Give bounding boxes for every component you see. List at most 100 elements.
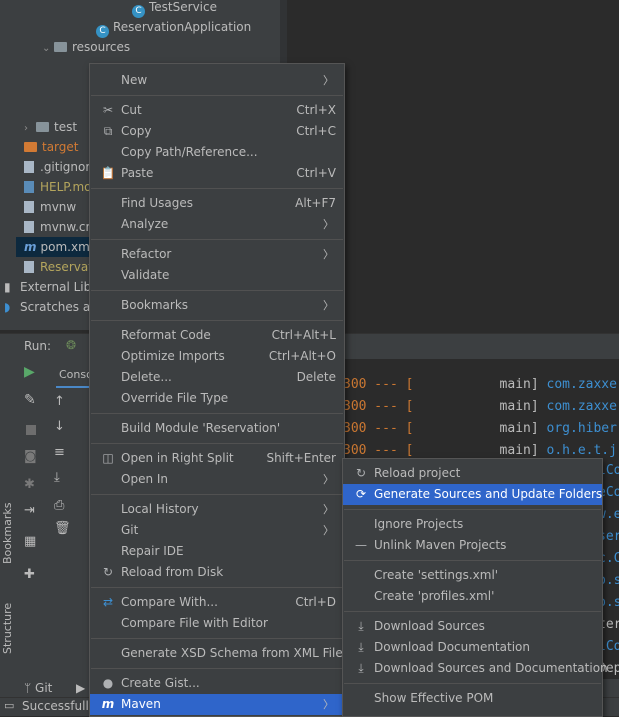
menu-item-shortcut: Delete xyxy=(296,370,336,384)
menu-item-ignore-projects[interactable]: Ignore Projects xyxy=(343,514,602,535)
menu-item-new[interactable]: New 〉 xyxy=(90,70,344,91)
stop-icon[interactable] xyxy=(26,425,36,435)
download-icon: ⤓ xyxy=(358,619,364,633)
menu-item-open-in[interactable]: Open In 〉 xyxy=(90,469,344,490)
print-icon[interactable]: ⎙ xyxy=(54,498,64,513)
menu-item-repair-ide[interactable]: Repair IDE xyxy=(90,541,344,562)
menu-item-optimize-imports[interactable]: Optimize Imports Ctrl+Alt+O xyxy=(90,346,344,367)
compare-icon: ⇄ xyxy=(102,595,114,609)
camera-icon[interactable]: ◙ xyxy=(24,449,37,464)
menu-separator xyxy=(91,239,343,240)
menu-item-maven[interactable]: m Maven 〉 xyxy=(90,694,344,715)
menu-item-create-gist[interactable]: ● Create Gist... xyxy=(90,673,344,694)
menu-separator xyxy=(91,494,343,495)
menu-item-download-documentation[interactable]: ⤓ Download Documentation xyxy=(343,637,602,658)
menu-item-build-module-reservation[interactable]: Build Module 'Reservation' xyxy=(90,418,344,439)
tree-item-test[interactable]: › test xyxy=(24,117,77,137)
menu-item-label: New xyxy=(121,73,148,87)
menu-item-open-in-right-split[interactable]: ◫ Open in Right Split Shift+Enter xyxy=(90,448,344,469)
menu-item-copy[interactable]: ⧉ Copy Ctrl+C xyxy=(90,121,344,142)
menu-item-local-history[interactable]: Local History 〉 xyxy=(90,499,344,520)
tree-item-gitignore[interactable]: .gitignor xyxy=(24,157,90,177)
menu-item-label: Reformat Code xyxy=(121,328,211,342)
menu-item-unlink-maven-projects[interactable]: — Unlink Maven Projects xyxy=(343,535,602,556)
menu-item-label: Unlink Maven Projects xyxy=(374,538,507,552)
tree-item-external-libraries[interactable]: ▮ External Libr xyxy=(4,277,96,297)
menu-item-validate[interactable]: Validate xyxy=(90,265,344,286)
menu-item-create-settings-xml[interactable]: Create 'settings.xml' xyxy=(343,565,602,586)
tree-item-scratches[interactable]: ◗ Scratches an xyxy=(4,297,98,317)
exit-icon[interactable]: ⇥ xyxy=(24,503,35,518)
run-toolbar: ▶ ✎ ◙ ✱ ⇥ ▦ ✚ xyxy=(18,359,48,679)
run-tab-icon[interactable]: ▶ xyxy=(76,679,85,697)
menu-item-shortcut: Ctrl+C xyxy=(296,124,336,138)
menu-item-analyze[interactable]: Analyze 〉 xyxy=(90,214,344,235)
menu-item-copy-path-reference[interactable]: Copy Path/Reference... xyxy=(90,142,344,163)
tree-item-target[interactable]: target xyxy=(24,137,79,157)
debug-icon[interactable]: ✱ xyxy=(24,477,35,492)
menu-item-label: Open in Right Split xyxy=(121,451,234,465)
menu-item-label: Paste xyxy=(121,166,154,180)
menu-item-find-usages[interactable]: Find Usages Alt+F7 xyxy=(90,193,344,214)
menu-item-label: Cut xyxy=(121,103,142,117)
menu-item-bookmarks[interactable]: Bookmarks 〉 xyxy=(90,295,344,316)
menu-item-reformat-code[interactable]: Reformat Code Ctrl+Alt+L xyxy=(90,325,344,346)
menu-item-label: Local History xyxy=(121,502,199,516)
tree-item-resources[interactable]: ⌄ resources xyxy=(42,37,130,57)
tree-item-pom[interactable]: m pom.xm xyxy=(16,237,96,257)
scroll-down-icon[interactable]: ↓ xyxy=(54,419,65,434)
scroll-up-icon[interactable]: ↑ xyxy=(54,394,65,409)
file-icon xyxy=(24,221,34,233)
menu-separator xyxy=(91,443,343,444)
tree-item-reservation-iml[interactable]: Reservati xyxy=(24,257,96,277)
tree-item-testservice[interactable]: C TestService xyxy=(132,0,217,18)
layout-icon[interactable]: ▦ xyxy=(24,534,36,549)
menu-separator xyxy=(91,320,343,321)
tree-item-help[interactable]: HELP.mo xyxy=(24,177,92,197)
tree-item-reservationapplication[interactable]: C ReservationApplication xyxy=(96,17,251,38)
menu-item-label: Delete... xyxy=(121,370,172,384)
menu-item-delete[interactable]: Delete... Delete xyxy=(90,367,344,388)
menu-item-label: Download Sources xyxy=(374,619,485,633)
menu-item-generate-sources-and-update-folders[interactable]: ⟳ Generate Sources and Update Folders xyxy=(343,484,602,505)
soft-wrap-icon[interactable]: ≡ xyxy=(54,445,65,460)
menu-item-download-sources-and-documentation[interactable]: ⤓ Download Sources and Documentation xyxy=(343,658,607,679)
menu-separator xyxy=(344,683,601,684)
menu-item-override-file-type[interactable]: Override File Type xyxy=(90,388,344,409)
structure-side-tab[interactable]: Structure xyxy=(1,594,15,654)
scroll-to-end-icon[interactable]: ⤓ xyxy=(54,470,60,485)
menu-item-reload-from-disk[interactable]: ↻ Reload from Disk xyxy=(90,562,344,583)
file-icon xyxy=(24,261,34,273)
menu-item-label: Copy xyxy=(121,124,152,138)
bookmarks-side-tab[interactable]: Bookmarks xyxy=(1,503,15,564)
menu-item-show-effective-pom[interactable]: Show Effective POM xyxy=(343,688,602,709)
tree-item-mvnw-cmd[interactable]: mvnw.cr xyxy=(24,217,90,237)
menu-item-cut[interactable]: ✂ Cut Ctrl+X xyxy=(90,100,344,121)
status-window-icon[interactable]: ▭ xyxy=(4,699,14,712)
git-tab[interactable]: ᛘ Git xyxy=(24,679,52,697)
trash-icon[interactable]: 🗑 xyxy=(54,521,71,536)
menu-item-git[interactable]: Git 〉 xyxy=(90,520,344,541)
file-icon xyxy=(24,201,34,213)
menu-item-label: Optimize Imports xyxy=(121,349,225,363)
menu-item-shortcut: Alt+F7 xyxy=(295,196,336,210)
spring-run-icon[interactable]: ❂ xyxy=(66,338,76,352)
menu-item-compare-with[interactable]: ⇄ Compare With... Ctrl+D xyxy=(90,592,344,613)
pin-icon[interactable]: ✚ xyxy=(24,567,35,582)
menu-item-generate-xsd-schema-from-xml-file[interactable]: Generate XSD Schema from XML File... xyxy=(90,643,354,664)
menu-item-compare-file-with-editor[interactable]: Compare File with Editor xyxy=(90,613,344,634)
menu-item-shortcut: Ctrl+Alt+L xyxy=(271,328,336,342)
menu-item-label: Maven xyxy=(121,697,161,711)
wrench-icon[interactable]: ✎ xyxy=(24,392,36,408)
menu-item-refactor[interactable]: Refactor 〉 xyxy=(90,244,344,265)
menu-item-reload-project[interactable]: ↻ Reload project xyxy=(343,463,602,484)
status-text: Successfully xyxy=(22,699,96,713)
paste-icon: 📋 xyxy=(100,166,116,180)
menu-item-download-sources[interactable]: ⤓ Download Sources xyxy=(343,616,602,637)
run-label: Run: xyxy=(24,339,52,353)
chevron-right-icon: 〉 xyxy=(323,299,334,312)
menu-item-paste[interactable]: 📋 Paste Ctrl+V xyxy=(90,163,344,184)
rerun-icon[interactable]: ▶ xyxy=(24,364,35,380)
menu-item-create-profiles-xml[interactable]: Create 'profiles.xml' xyxy=(343,586,602,607)
tree-item-mvnw[interactable]: mvnw xyxy=(24,197,76,217)
